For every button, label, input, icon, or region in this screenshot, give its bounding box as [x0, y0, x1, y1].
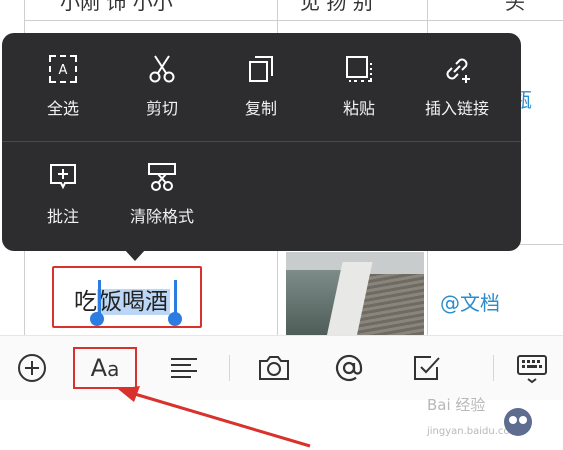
- watermark: Bai 经验: [427, 396, 486, 414]
- mascot-logo: [504, 408, 532, 436]
- annotation-arrow: [118, 386, 311, 448]
